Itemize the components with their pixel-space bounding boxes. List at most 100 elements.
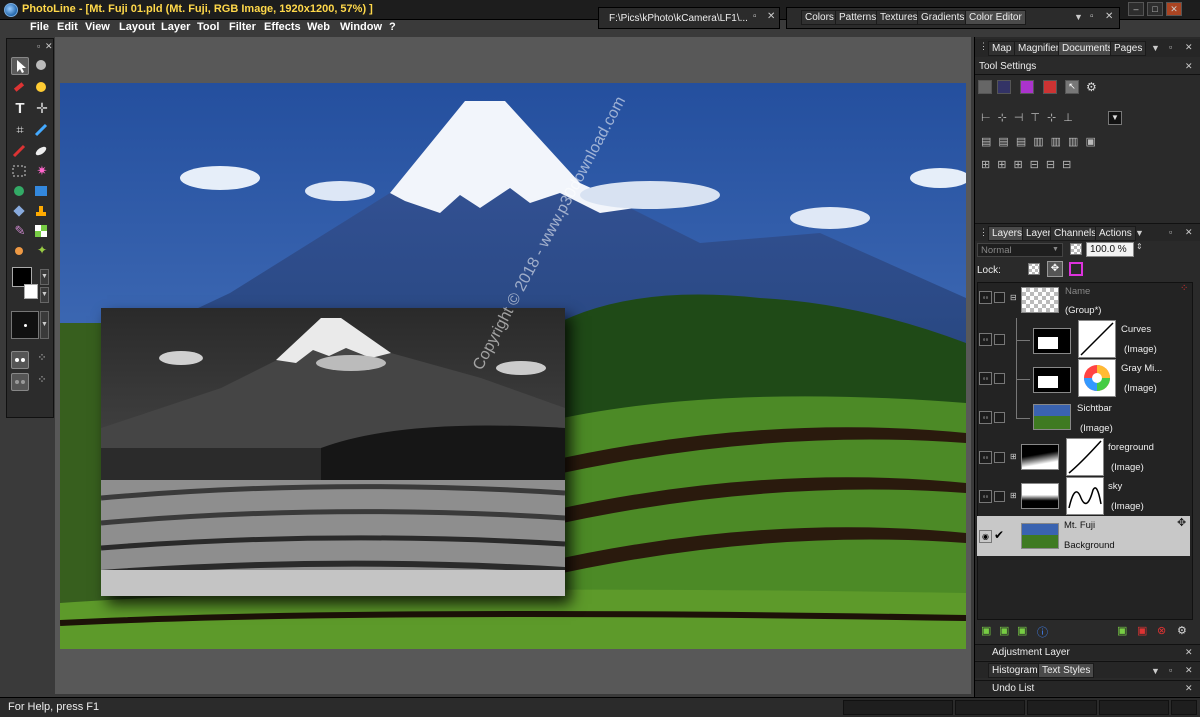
layer-checkbox[interactable] [994, 491, 1005, 502]
visibility-toggle[interactable]: ◦◦ [979, 291, 992, 304]
expand-icon[interactable]: ⊞ [1010, 452, 1017, 461]
dropdown-icon[interactable]: ▼ [1151, 666, 1160, 676]
visibility-toggle[interactable]: ◦◦ [979, 411, 992, 424]
eraser-tool-icon[interactable] [33, 143, 51, 161]
menu-view[interactable]: View [85, 21, 110, 33]
delete-icon[interactable]: ⊗ [1157, 624, 1166, 637]
tool-option-2-icon[interactable] [997, 80, 1011, 94]
gear-icon[interactable]: ⚙ [1177, 624, 1187, 637]
distribute-2-icon[interactable]: ▤ [998, 135, 1008, 148]
color-dropdown-icon[interactable]: ▼ [40, 287, 49, 303]
close-icon[interactable]: ✕ [1105, 11, 1113, 22]
space-6-icon[interactable]: ⊟ [1062, 158, 1071, 171]
space-5-icon[interactable]: ⊟ [1046, 158, 1055, 171]
distribute-3-icon[interactable]: ▤ [1016, 135, 1026, 148]
undo-list-title[interactable]: Undo List [992, 683, 1034, 694]
layer-name[interactable]: foreground [1108, 442, 1154, 453]
close-icon[interactable]: ✕ [1185, 647, 1193, 658]
fill-circle-icon[interactable] [33, 79, 51, 97]
minimize-icon[interactable]: – [1128, 2, 1144, 16]
opacity-stepper-icon[interactable]: ⇕ [1136, 242, 1143, 251]
lock-frame-icon[interactable] [1069, 262, 1083, 276]
align-middle-icon[interactable]: ⊹ [1047, 111, 1056, 124]
lock-transparency-icon[interactable] [1028, 263, 1040, 275]
space-4-icon[interactable]: ⊟ [1030, 158, 1039, 171]
mask-options-icon[interactable]: ⁘ [33, 351, 51, 369]
layer-name[interactable]: sky [1108, 481, 1122, 492]
transform-tool-icon[interactable]: ✛ [33, 100, 51, 118]
menu-edit[interactable]: Edit [57, 21, 78, 33]
close-icon[interactable]: ✕ [1185, 42, 1193, 53]
opacity-input[interactable]: 100.0 % [1086, 242, 1134, 257]
background-color-swatch[interactable] [24, 284, 38, 299]
view-options-icon[interactable]: ⁘ [33, 373, 51, 391]
dropdown-icon[interactable]: ▼ [1151, 43, 1160, 53]
align-right-icon[interactable]: ⊣ [1014, 111, 1024, 124]
align-top-icon[interactable]: ⊤ [1030, 111, 1040, 124]
menu-layer[interactable]: Layer [161, 21, 190, 33]
space-3-icon[interactable]: ⊞ [1013, 158, 1022, 171]
bucket-tool-icon[interactable] [11, 203, 29, 221]
ellipse-tool-icon[interactable] [33, 57, 51, 75]
close-icon[interactable]: ✕ [1185, 665, 1193, 676]
visibility-toggle[interactable]: ◉ [979, 530, 992, 543]
toolbox-restore-icon[interactable]: ▫ [37, 41, 40, 51]
tab-layers[interactable]: Layers [988, 226, 1027, 241]
selection-tool-icon[interactable] [11, 163, 29, 181]
dropdown-icon[interactable]: ▼ [1135, 228, 1144, 238]
toolbox-close-icon[interactable]: ✕ [45, 41, 53, 52]
tab-color-editor[interactable]: Color Editor [965, 10, 1026, 25]
menu-tool[interactable]: Tool [197, 21, 219, 33]
pen-tool-icon[interactable] [33, 122, 51, 140]
maximize-icon[interactable]: □ [1147, 2, 1163, 16]
distribute-4-icon[interactable]: ▥ [1033, 135, 1043, 148]
new-layer-icon[interactable]: ▣ [981, 624, 991, 637]
tool-option-1-icon[interactable] [978, 80, 992, 94]
magic-wand-icon[interactable]: ✷ [33, 163, 51, 181]
tool-option-4-icon[interactable] [1043, 80, 1057, 94]
align-dropdown-icon[interactable]: ▼ [1108, 111, 1122, 125]
text-tool-icon[interactable]: T [11, 100, 29, 118]
space-1-icon[interactable]: ⊞ [981, 158, 990, 171]
menu-window[interactable]: Window [340, 21, 382, 33]
info-icon[interactable]: ⓘ [1037, 624, 1048, 640]
restore-icon[interactable]: ▫ [1169, 227, 1172, 237]
align-center-icon[interactable]: ⊹ [998, 111, 1007, 124]
quickmask-icon[interactable] [11, 373, 29, 391]
tab-colors[interactable]: Colors [801, 10, 838, 25]
layer-checkbox[interactable] [994, 412, 1005, 423]
close-icon[interactable]: ✕ [1185, 683, 1193, 694]
visibility-toggle[interactable]: ◦◦ [979, 333, 992, 346]
tool-option-3-icon[interactable] [1020, 80, 1034, 94]
tab-histogram[interactable]: Histogram [988, 663, 1042, 678]
close-icon[interactable]: ✕ [1185, 227, 1193, 238]
pointer-tool-icon[interactable] [11, 57, 29, 75]
visibility-toggle[interactable]: ◦◦ [979, 372, 992, 385]
tab-channels[interactable]: Channels [1050, 226, 1101, 241]
visibility-toggle[interactable]: ◦◦ [979, 490, 992, 503]
delete-layer-icon[interactable]: ▣ [1137, 624, 1147, 637]
layer-name[interactable]: Mt. Fuji [1064, 520, 1095, 531]
close-icon[interactable]: ✕ [1185, 61, 1193, 72]
dropdown-icon[interactable]: ▼ [1074, 12, 1083, 22]
restore-icon[interactable]: ▫ [1169, 665, 1172, 675]
layer-name[interactable]: Sichtbar [1077, 403, 1112, 414]
pencil-tool-icon[interactable] [11, 143, 29, 161]
menu-file[interactable]: File [30, 21, 49, 33]
merge-layer-icon[interactable]: ▣ [1017, 624, 1027, 637]
layer-name[interactable]: Gray Mi... [1121, 363, 1162, 374]
visibility-toggle[interactable]: ◦◦ [979, 451, 992, 464]
clone-tool-icon[interactable] [11, 183, 29, 201]
add-mask-icon[interactable]: ▣ [1117, 624, 1127, 637]
tab-textures[interactable]: Textures [876, 10, 922, 25]
space-2-icon[interactable]: ⊞ [997, 158, 1006, 171]
smudge-tool-icon[interactable]: ✎ [11, 223, 29, 241]
align-bottom-icon[interactable]: ⊥ [1063, 111, 1073, 124]
gear-icon[interactable]: ⚙ [1086, 80, 1097, 94]
menu-layout[interactable]: Layout [119, 21, 155, 33]
tab-documents[interactable]: Documents [1058, 41, 1117, 56]
retouch-tool-icon[interactable] [11, 243, 29, 261]
panel-grip-icon[interactable]: ⋮ [979, 41, 988, 52]
lock-position-icon[interactable]: ✥ [1047, 261, 1063, 277]
layer-checkbox[interactable] [994, 292, 1005, 303]
